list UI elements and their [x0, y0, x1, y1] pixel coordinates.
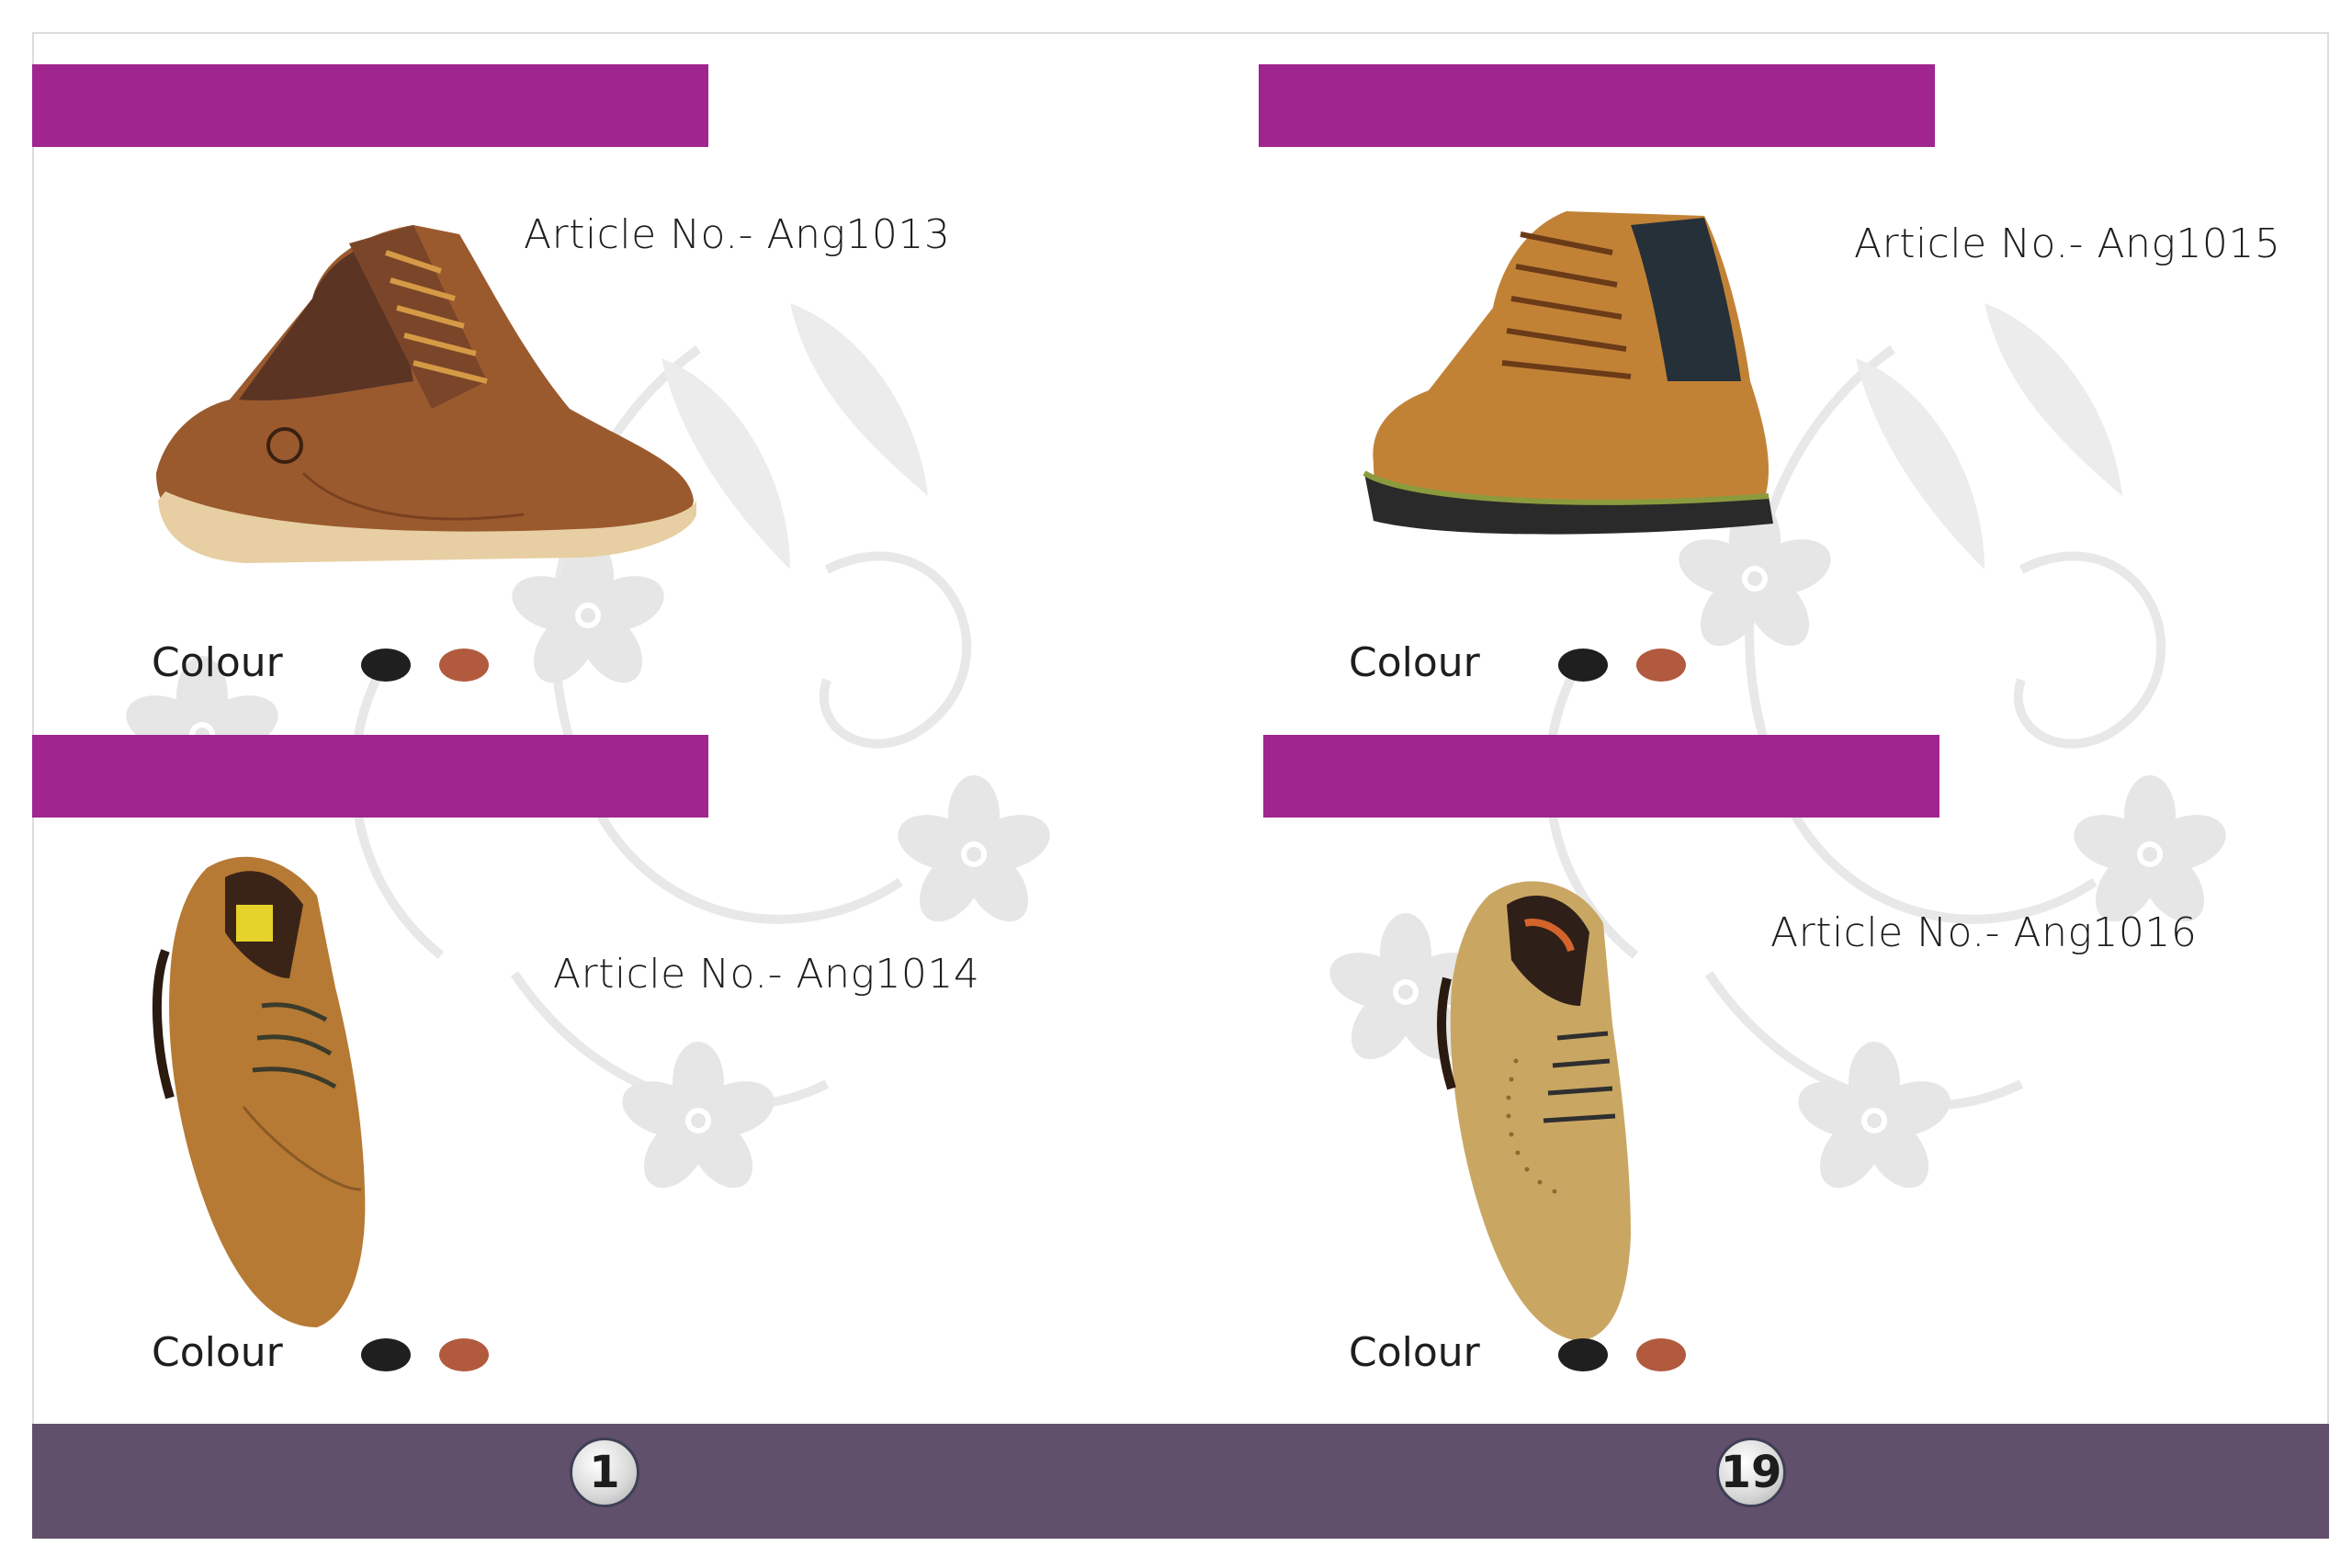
swatch-brown[interactable]: [439, 1338, 489, 1371]
article-number: Article No.- Ang1016: [1770, 909, 2198, 956]
swatch-brown[interactable]: [1636, 1338, 1686, 1371]
swatch-black[interactable]: [1558, 1338, 1608, 1371]
header-bar: [1259, 64, 1935, 147]
colour-label: Colour: [152, 1329, 283, 1376]
swatch-black[interactable]: [1558, 649, 1608, 682]
tan-ankle-boot-image: [1363, 211, 1773, 535]
swatch-black[interactable]: [361, 649, 411, 682]
tan-derby-shoe-image: [152, 856, 366, 1327]
article-number: Article No.- Ang1013: [524, 211, 951, 258]
header-bar: [32, 735, 708, 818]
swatch-brown[interactable]: [439, 649, 489, 682]
article-number: Article No.- Ang1014: [553, 951, 980, 998]
colour-label: Colour: [152, 639, 283, 686]
footer-band: [32, 1424, 2329, 1539]
catalog-spread: Article No.- Ang1013 Colour Article No.-…: [0, 0, 2352, 1568]
swatch-brown[interactable]: [1636, 649, 1686, 682]
page-number-right: 19: [1716, 1438, 1786, 1507]
beige-brogue-shoe-image: [1436, 881, 1631, 1341]
header-bar: [1263, 735, 1939, 818]
header-bar: [32, 64, 708, 147]
swatch-black[interactable]: [361, 1338, 411, 1371]
colour-label: Colour: [1349, 1329, 1480, 1376]
colour-label: Colour: [1349, 639, 1480, 686]
page-number-left: 1: [570, 1438, 639, 1507]
article-number: Article No.- Ang1015: [1854, 220, 2281, 267]
